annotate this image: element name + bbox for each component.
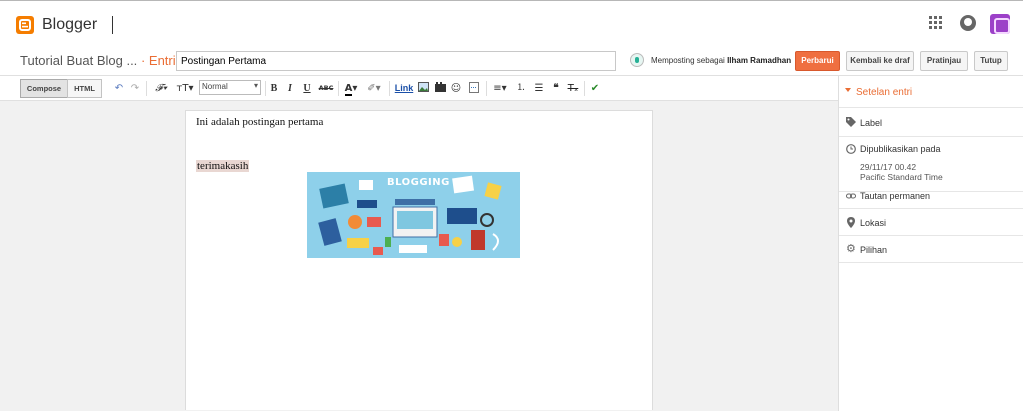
notifications-icon[interactable]: [960, 15, 976, 31]
breadcrumb-separator: ·: [140, 53, 146, 68]
author-avatar-icon: [630, 53, 644, 67]
blogging-illustration-image[interactable]: BLOGGING: [307, 172, 520, 258]
image-title-text: BLOGGING: [387, 177, 450, 188]
strikethrough-button[interactable]: ABC: [317, 82, 335, 95]
toolbar-divider: [389, 81, 390, 96]
post-settings-sidebar: Setelan entri Label Dipublikasikan pada …: [838, 76, 1023, 411]
sidebar-item-label[interactable]: Label: [839, 108, 1023, 137]
sidebar-item-options[interactable]: ⚙ Pilihan: [839, 236, 1023, 263]
brand-name[interactable]: Blogger: [42, 16, 97, 34]
account-avatar[interactable]: [990, 14, 1010, 34]
toolbar-divider: [265, 81, 266, 96]
blogger-logo-icon[interactable]: [16, 16, 34, 34]
spellcheck-icon[interactable]: ✔: [589, 82, 601, 95]
numbered-list-icon[interactable]: ⒈: [515, 82, 527, 95]
clear-format-icon[interactable]: T̶ₓ: [567, 82, 579, 95]
jump-break-icon[interactable]: [468, 82, 480, 95]
posting-as-text: Memposting sebagai Ilham Ramadhan: [651, 56, 791, 65]
clock-icon: [846, 144, 856, 154]
undo-icon[interactable]: ↶: [113, 82, 125, 95]
preview-button[interactable]: Pratinjau: [920, 51, 968, 71]
sidebar-item-location[interactable]: Lokasi: [839, 209, 1023, 236]
posting-as-prefix: Memposting sebagai: [651, 56, 725, 65]
label-setting-text: Label: [860, 118, 883, 128]
toolbar-divider: [486, 81, 487, 96]
editor-toolbar: Compose HTML ↶ ↷ 𝓕▾ ᴛT▾ Normal B I U ABC…: [0, 76, 838, 101]
font-icon[interactable]: 𝓕▾: [151, 82, 171, 95]
paragraph-format-select[interactable]: Normal: [199, 80, 261, 95]
text-cursor: [112, 16, 113, 34]
font-size-icon[interactable]: ᴛT▾: [175, 82, 195, 95]
toolbar-divider: [338, 81, 339, 96]
post-header-bar: Tutorial Buat Blog ... · Entri Mempostin…: [0, 46, 1023, 76]
published-timezone: Pacific Standard Time: [860, 172, 943, 182]
post-settings-title: Setelan entri: [856, 87, 913, 98]
align-icon[interactable]: ≡▾: [490, 82, 510, 95]
sidebar-item-permalink[interactable]: Tautan permanen: [839, 182, 1023, 209]
emoji-icon[interactable]: ☺: [450, 82, 462, 95]
highlight-icon[interactable]: ✐▾: [364, 82, 384, 95]
paragraph-line-2[interactable]: terimakasih: [196, 160, 250, 172]
underline-button[interactable]: U: [300, 82, 314, 95]
toolbar-divider: [584, 81, 585, 96]
location-text: Lokasi: [860, 218, 887, 228]
published-date: 29/11/17 00.42: [860, 162, 917, 172]
quote-icon[interactable]: ❝: [550, 82, 562, 95]
options-text: Pilihan: [860, 245, 888, 255]
italic-button[interactable]: I: [284, 82, 296, 95]
toolbar-divider: [146, 81, 147, 96]
image-icon[interactable]: [417, 82, 429, 95]
bulleted-list-icon[interactable]: ☰: [533, 82, 545, 95]
collapse-caret-icon: [845, 88, 851, 92]
post-body-editor[interactable]: Ini adalah postingan pertama terimakasih: [185, 110, 653, 410]
bold-button[interactable]: B: [268, 82, 280, 95]
publish-button[interactable]: Perbarui: [795, 51, 840, 71]
app-header: Blogger: [0, 1, 1023, 46]
tag-icon: [846, 117, 856, 127]
location-pin-icon: [846, 217, 856, 228]
revert-to-draft-button[interactable]: Kembali ke draf: [846, 51, 914, 71]
video-icon[interactable]: [434, 82, 446, 95]
compose-mode-tab[interactable]: Compose: [20, 79, 68, 98]
posting-as-user: Ilham Ramadhan: [727, 56, 792, 65]
blog-title[interactable]: Tutorial Buat Blog ...: [20, 53, 137, 68]
post-title-input[interactable]: [176, 51, 616, 71]
post-settings-header[interactable]: Setelan entri: [839, 76, 1023, 108]
link-button[interactable]: Link: [394, 82, 414, 95]
text-color-icon[interactable]: A▾: [341, 82, 361, 96]
editor-canvas: Ini adalah postingan pertama terimakasih: [0, 101, 838, 411]
gear-icon: ⚙: [846, 243, 856, 255]
breadcrumb: Tutorial Buat Blog ... · Entri: [20, 53, 176, 68]
permalink-text: Tautan permanen: [860, 191, 931, 201]
apps-grid-icon[interactable]: [929, 16, 943, 30]
link-icon: [846, 191, 856, 201]
breadcrumb-section[interactable]: Entri: [149, 53, 176, 68]
html-mode-tab[interactable]: HTML: [67, 79, 102, 98]
published-label: Dipublikasikan pada: [860, 144, 941, 154]
paragraph-line-1[interactable]: Ini adalah postingan pertama: [196, 116, 323, 128]
close-button[interactable]: Tutup: [974, 51, 1008, 71]
redo-icon[interactable]: ↷: [129, 82, 141, 95]
